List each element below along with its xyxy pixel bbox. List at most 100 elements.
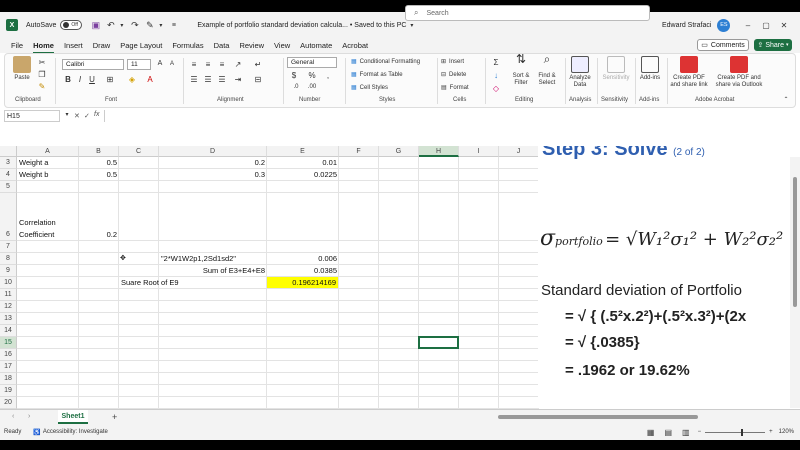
- row-header-13[interactable]: 13: [0, 313, 17, 325]
- cancel-icon[interactable]: ✕: [74, 112, 80, 120]
- cell-b4[interactable]: 0.5: [81, 169, 117, 181]
- align-center-icon[interactable]: ☰: [203, 75, 213, 84]
- row-header-14[interactable]: 14: [0, 325, 17, 337]
- borders-icon[interactable]: ⊞: [105, 75, 115, 84]
- horizontal-scroll-thumb[interactable]: [498, 415, 698, 419]
- redo-icon[interactable]: ↷: [129, 20, 140, 31]
- wrap-text-icon[interactable]: ↵: [253, 60, 263, 69]
- cell-b6[interactable]: 0.2: [81, 229, 117, 241]
- zoom-out-icon[interactable]: −: [698, 429, 702, 435]
- cell-e3[interactable]: 0.01: [269, 157, 337, 169]
- format-as-table-button[interactable]: ▦ Format as Table: [351, 71, 403, 79]
- row-header-7[interactable]: 7: [0, 241, 17, 253]
- increase-font-icon[interactable]: A: [155, 60, 165, 67]
- cell-styles-button[interactable]: ▦ Cell Styles: [351, 84, 388, 92]
- indent-icon[interactable]: ⇥: [233, 75, 243, 84]
- row-header-10[interactable]: 10: [0, 277, 17, 289]
- zoom-slider-thumb[interactable]: [741, 428, 744, 436]
- row-header-12[interactable]: 12: [0, 301, 17, 313]
- undo-dropdown-icon[interactable]: ▾: [116, 20, 127, 31]
- sort-filter-button[interactable]: ⇅ Sort & Filter: [509, 53, 533, 87]
- cut-icon[interactable]: ✂: [37, 58, 47, 67]
- font-color-icon[interactable]: A: [145, 75, 155, 84]
- row-header-9[interactable]: 9: [0, 265, 17, 277]
- copy-icon[interactable]: ❐: [37, 70, 47, 79]
- tab-page-layout[interactable]: Page Layout: [120, 41, 162, 50]
- bold-icon[interactable]: B: [63, 75, 73, 84]
- fill-icon[interactable]: ↓: [491, 71, 501, 80]
- cell-a4[interactable]: Weight b: [19, 169, 77, 181]
- vertical-scrollbar[interactable]: [790, 157, 800, 408]
- qa-dropdown-icon[interactable]: ▾: [155, 20, 166, 31]
- cell-a6a[interactable]: Correlation: [19, 217, 77, 229]
- cell-c10[interactable]: Suare Root of E9: [121, 277, 265, 289]
- horizontal-scrollbar[interactable]: [490, 414, 790, 420]
- collapse-ribbon-icon[interactable]: ⌃: [781, 96, 791, 103]
- zoom-level[interactable]: 120%: [779, 429, 794, 435]
- column-header-d[interactable]: D: [159, 146, 267, 157]
- merge-center-icon[interactable]: ⊟: [253, 75, 263, 84]
- name-box[interactable]: H15: [4, 110, 60, 122]
- clear-icon[interactable]: ◇: [491, 84, 501, 93]
- tab-file[interactable]: File: [11, 41, 23, 50]
- align-top-icon[interactable]: ≡: [189, 60, 199, 69]
- row-header-3[interactable]: 3: [0, 157, 17, 169]
- cell-d9[interactable]: Sum of E3+E4+E8: [161, 265, 265, 277]
- row-header-18[interactable]: 18: [0, 373, 17, 385]
- decrease-font-icon[interactable]: A: [167, 61, 177, 67]
- customize-qa-icon[interactable]: ≡: [168, 20, 179, 31]
- cell-e8[interactable]: 0.006: [269, 253, 337, 265]
- add-ins-button[interactable]: Add-ins: [637, 56, 663, 82]
- fx-icon[interactable]: fx: [94, 111, 99, 118]
- insert-cells-button[interactable]: ⊞ Insert: [441, 58, 464, 66]
- share-button[interactable]: ⇪ Share ▾: [754, 39, 792, 51]
- delete-cells-button[interactable]: ⊟ Delete: [441, 71, 466, 79]
- avatar[interactable]: ES: [717, 18, 731, 32]
- autosum-icon[interactable]: Σ: [491, 58, 501, 67]
- formula-input[interactable]: [104, 110, 796, 122]
- zoom-in-icon[interactable]: +: [769, 429, 773, 435]
- format-painter-icon[interactable]: ✎: [37, 82, 47, 91]
- column-header-e[interactable]: E: [267, 146, 339, 157]
- search-box[interactable]: ⌕ Search: [405, 5, 650, 21]
- align-left-icon[interactable]: ☰: [189, 75, 199, 84]
- align-bottom-icon[interactable]: ≡: [217, 60, 227, 69]
- page-break-view-icon[interactable]: ▥: [682, 428, 690, 437]
- save-icon[interactable]: ▣: [90, 20, 101, 31]
- row-header-19[interactable]: 19: [0, 385, 17, 397]
- name-box-dropdown-icon[interactable]: ▾: [62, 111, 72, 118]
- column-header-h[interactable]: H: [419, 146, 459, 157]
- title-dropdown-icon[interactable]: ▾: [406, 20, 417, 31]
- prev-sheet-icon[interactable]: ‹: [12, 413, 14, 420]
- fill-color-icon[interactable]: ◈: [127, 75, 137, 84]
- next-sheet-icon[interactable]: ›: [28, 413, 30, 420]
- tab-data[interactable]: Data: [214, 41, 230, 50]
- percent-icon[interactable]: %: [307, 71, 317, 80]
- zoom-slider[interactable]: [705, 428, 766, 436]
- tab-insert[interactable]: Insert: [64, 41, 83, 50]
- column-header-i[interactable]: I: [459, 146, 499, 157]
- normal-view-icon[interactable]: ▦: [647, 428, 655, 437]
- row-header-11[interactable]: 11: [0, 289, 17, 301]
- tab-draw[interactable]: Draw: [93, 41, 111, 50]
- minimize-icon[interactable]: –: [742, 21, 754, 30]
- add-sheet-icon[interactable]: +: [112, 412, 117, 422]
- tab-automate[interactable]: Automate: [300, 41, 332, 50]
- sensitivity-button[interactable]: Sensitivity: [599, 56, 633, 82]
- number-format-select[interactable]: General: [287, 57, 337, 68]
- enter-icon[interactable]: ✓: [84, 112, 90, 120]
- column-header-f[interactable]: F: [339, 146, 379, 157]
- page-layout-view-icon[interactable]: ▤: [664, 428, 672, 437]
- maximize-icon[interactable]: ▢: [760, 21, 772, 30]
- cell-d8[interactable]: "2*W1W2p1,2Sd1sd2": [161, 253, 265, 265]
- column-header-j[interactable]: J: [499, 146, 539, 157]
- column-header-b[interactable]: B: [79, 146, 119, 157]
- tab-formulas[interactable]: Formulas: [172, 41, 203, 50]
- row-header-17[interactable]: 17: [0, 361, 17, 373]
- tab-view[interactable]: View: [274, 41, 290, 50]
- row-header-4[interactable]: 4: [0, 169, 17, 181]
- row-header-20[interactable]: 20: [0, 397, 17, 409]
- comma-icon[interactable]: ,: [323, 71, 333, 80]
- close-icon[interactable]: ✕: [778, 21, 790, 30]
- selected-cell-h15[interactable]: [418, 336, 459, 349]
